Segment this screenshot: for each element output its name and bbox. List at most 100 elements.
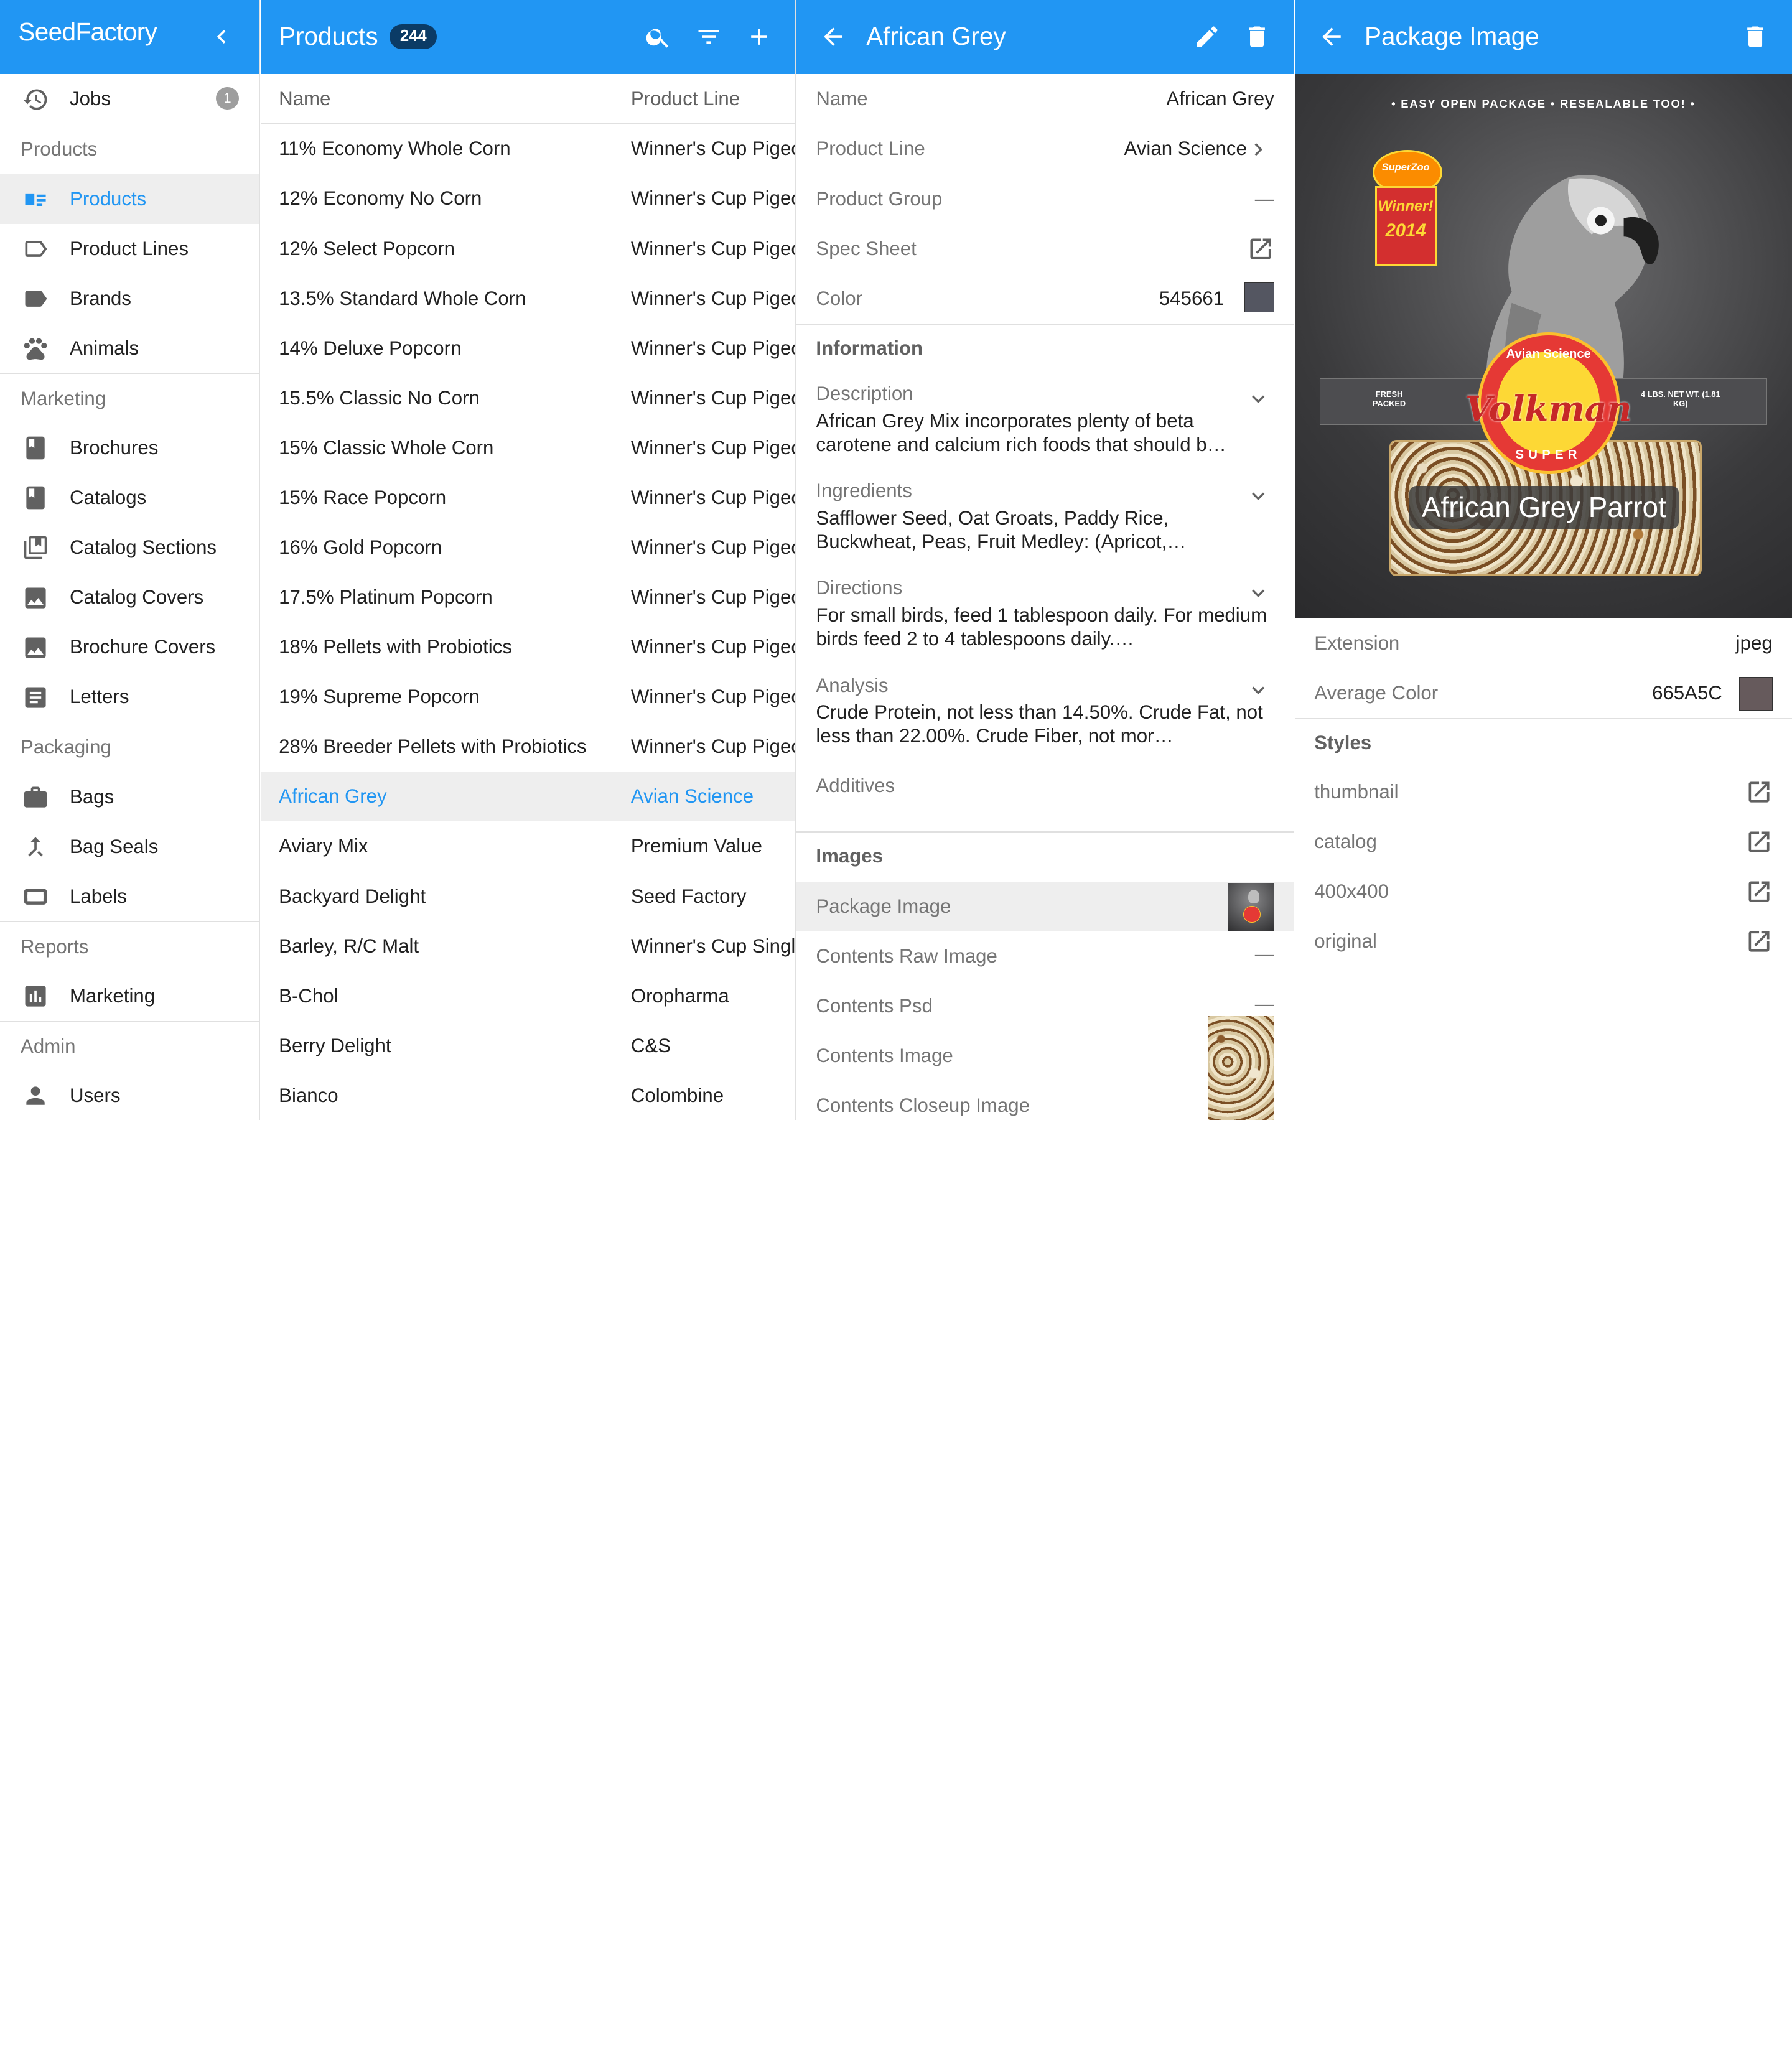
chevron-down-icon[interactable] [1246, 581, 1271, 605]
chevron-down-icon[interactable] [1246, 483, 1271, 508]
field-value: For small birds, feed 1 tablespoon daily… [816, 604, 1267, 650]
field-label: Directions [816, 577, 903, 599]
sidebar-item-bag-seals[interactable]: Bag Seals [0, 822, 259, 872]
field-label: Package Image [816, 895, 951, 918]
nav-section-title: Admin [21, 1035, 76, 1057]
sidebar-item-catalogs[interactable]: Catalogs [0, 473, 259, 523]
add-product-button[interactable] [743, 21, 775, 52]
open-external-icon[interactable] [1745, 828, 1773, 856]
table-row[interactable]: 28% Breeder Pellets with Probiotics Winne… [261, 722, 795, 772]
image-row-contents-image[interactable]: Contents Image [796, 1016, 1294, 1120]
product-line-cell: Winner's Cup Pigeon [630, 386, 796, 409]
sidebar-item-label: Catalog Sections [70, 536, 217, 559]
sidebar-item-brochures[interactable]: Brochures [0, 423, 259, 473]
table-row[interactable]: B-Chol Oropharma [261, 971, 796, 1021]
image-row-contents-raw[interactable]: Contents Raw Image — [796, 931, 1294, 981]
table-row[interactable]: 19% Supreme Popcorn Winner's Cup Pigeon [261, 672, 795, 722]
sidebar-item-jobs[interactable]: Jobs 1 [0, 74, 259, 124]
image-row-package[interactable]: Package Image [796, 882, 1294, 932]
column-header-product-line[interactable]: Product Line [631, 88, 740, 110]
field-extension: Extension jpeg [1295, 618, 1792, 668]
sidebar-item-marketing[interactable]: Marketing [0, 971, 259, 1021]
field-label: Product Line [816, 138, 925, 160]
field-product-line[interactable]: Product Line Avian Science [796, 124, 1294, 174]
table-row[interactable]: 18% Pellets with Probiotics Winner's Cup … [261, 622, 795, 672]
table-row[interactable]: African Grey Avian Science [260, 772, 796, 822]
product-name-cell: 16% Gold Popcorn [279, 536, 442, 558]
products-table-body: 11% Economy Whole Corn Winner's Cup Pigeo… [260, 124, 796, 1120]
image-row-contents-closeup[interactable]: Contents Closeup Image [796, 1081, 1294, 1120]
sidebar-item-catalog-covers[interactable]: Catalog Covers [0, 572, 259, 622]
search-button[interactable] [642, 21, 674, 52]
table-row[interactable]: 16% Gold Popcorn Winner's Cup Pigeon [261, 523, 795, 572]
edit-button[interactable] [1191, 21, 1223, 52]
sidebar: SeedFactory Jobs 1 Products Products Produ… [0, 0, 260, 1120]
table-row[interactable]: 15% Race Popcorn Winner's Cup Pigeon [261, 473, 795, 523]
table-row[interactable]: 15% Classic Whole Corn Winner's Cup Pigeo… [261, 423, 795, 473]
book-icon [22, 484, 49, 511]
sidebar-item-brands[interactable]: Brands [0, 274, 259, 324]
table-row[interactable]: Berry Delight C&S [261, 1021, 796, 1071]
sidebar-item-bags[interactable]: Bags [0, 772, 259, 821]
section-title: Information [816, 337, 923, 359]
filter-button[interactable] [693, 21, 724, 52]
product-line-cell: Winner's Cup Pigeon [630, 138, 796, 160]
open-external-icon[interactable] [1745, 928, 1773, 955]
sidebar-item-label: Products [70, 187, 147, 210]
table-row[interactable]: 12% Economy No Corn Winner's Cup Pigeon [261, 174, 796, 223]
field-label: Spec Sheet [816, 237, 917, 259]
sidebar-item-catalog-sections[interactable]: Catalog Sections [0, 523, 259, 572]
back-button[interactable] [817, 21, 849, 52]
table-row[interactable]: Barley, R/C Malt Winner's Cup Single [261, 921, 796, 971]
delete-image-button[interactable] [1739, 21, 1771, 52]
style-row-thumbnail: thumbnail [1295, 767, 1792, 817]
sidebar-item-users[interactable]: Users [0, 1071, 259, 1120]
sidebar-item-label: Product Lines [70, 237, 189, 259]
table-row[interactable]: 12% Select Popcorn Winner's Cup Pigeon [261, 224, 795, 274]
chevron-down-icon[interactable] [1246, 386, 1271, 411]
field-value: Crude Protein, not less than 14.50%. Cru… [816, 701, 1263, 747]
column-header-name[interactable]: Name [279, 88, 330, 110]
table-row[interactable]: 13.5% Standard Whole Corn Winner's Cup Pi… [261, 274, 795, 324]
open-external-icon[interactable] [1745, 778, 1773, 806]
product-line-cell: Premium Value [630, 835, 762, 857]
delete-icon [1747, 26, 1764, 47]
table-row[interactable]: 15.5% Classic No Corn Winner's Cup Pigeon [261, 373, 796, 423]
sidebar-item-brochure-covers[interactable]: Brochure Covers [0, 622, 259, 672]
table-row[interactable]: 14% Deluxe Popcorn Winner's Cup Pigeon [261, 324, 795, 373]
product-name-cell: 15% Race Popcorn [279, 486, 447, 508]
sidebar-item-letters[interactable]: Letters [0, 672, 259, 722]
fresh-packed-text: FRESH PACKED [1372, 389, 1406, 408]
table-row[interactable]: 11% Economy Whole Corn Winner's Cup Pigeo… [261, 124, 796, 174]
field-label: Extension [1314, 632, 1400, 654]
open-external-icon[interactable] [1247, 235, 1274, 263]
product-line-cell: C&S [630, 1034, 671, 1056]
sidebar-item-animals[interactable]: Animals [0, 324, 259, 373]
sidebar-item-label: Animals [70, 337, 139, 359]
delete-button[interactable] [1241, 21, 1273, 52]
nav-section-title: Packaging [21, 736, 111, 758]
product-line-cell: Avian Science [630, 785, 754, 808]
product-line-cell: Oropharma [630, 984, 729, 1007]
sidebar-item-product-lines[interactable]: Product Lines [0, 224, 259, 274]
chevron-down-icon[interactable] [1246, 678, 1271, 702]
field-value[interactable]: Avian Science [1124, 138, 1247, 160]
info-description: Description African Grey Mix incorporates… [796, 373, 1294, 470]
table-row[interactable]: Aviary Mix Premium Value [261, 821, 796, 871]
sidebar-item-labels[interactable]: Labels [0, 872, 259, 921]
paw-icon [22, 335, 49, 362]
package-image-thumbnail[interactable] [1227, 882, 1274, 931]
open-external-icon[interactable] [1745, 878, 1773, 905]
chevron-right-icon[interactable] [1246, 137, 1271, 162]
back-button[interactable] [1315, 21, 1347, 52]
collapse-sidebar-button[interactable] [206, 21, 238, 52]
sidebar-item-label: Labels [70, 885, 128, 907]
table-row[interactable]: Backyard Delight Seed Factory [261, 872, 796, 921]
jobs-count-badge: 1 [216, 86, 239, 110]
table-row[interactable]: Bianco Colombine [261, 1071, 796, 1120]
info-ingredients: Ingredients Safflower Seed, Oat Groats, P… [796, 470, 1294, 567]
product-line-cell: Winner's Cup Single [630, 935, 796, 957]
table-row[interactable]: 17.5% Platinum Popcorn Winner's Cup Pigeo… [261, 572, 795, 622]
product-line-cell: Winner's Cup Pigeon [630, 187, 796, 210]
sidebar-item-products[interactable]: Products [0, 174, 259, 224]
